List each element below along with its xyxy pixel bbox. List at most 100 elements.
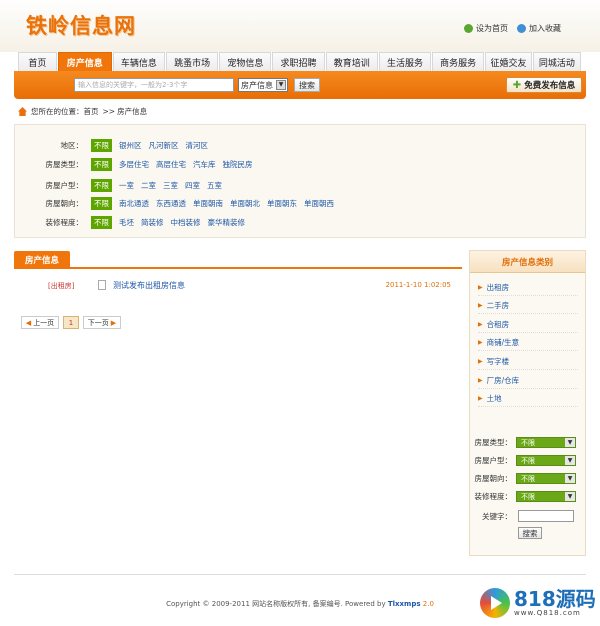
filter-option[interactable]: 单面朝西 [304,198,334,209]
filter-option[interactable]: 简装修 [141,217,164,228]
nav-tab-home[interactable]: 首页 [18,52,57,71]
divider [478,295,578,296]
sidebar-field-house-type: 房屋类型： 不限 ▼ [472,437,576,448]
sidebar-link-shops[interactable]: ▶ 商铺/生意 [478,337,578,348]
filter-option[interactable]: 东西通透 [156,198,186,209]
filter-option[interactable]: 四室 [185,180,200,191]
filter-option[interactable]: 中档装修 [171,217,201,228]
filter-label: 房屋类型： [45,160,84,169]
list-item-title[interactable]: 测试发布出租房信息 [113,280,185,291]
filter-option[interactable]: 高层住宅 [156,159,186,170]
nav-tab-flea-market[interactable]: 跳蚤市场 [166,52,219,71]
filter-option[interactable]: 五室 [207,180,222,191]
set-home-link[interactable]: 设为首页 [464,23,508,34]
nav-tab-events[interactable]: 同城活动 [532,52,581,71]
filter-option[interactable]: 单面朝东 [267,198,297,209]
field-label: 装修程度： [474,492,513,501]
next-page-label: 下一页 [87,318,109,327]
search-button[interactable]: 搜索 [294,78,320,92]
divider [478,350,578,351]
nav-tab-life-services[interactable]: 生活服务 [378,52,432,71]
list-item-date: 2011-1-10 1:02:05 [385,281,451,289]
filter-option[interactable]: 银州区 [119,140,142,151]
footer-version: 2.0 [422,600,434,608]
filter-unlimited[interactable]: 不限 [91,179,112,192]
filter-row-decoration: 装修程度： 不限 毛坯 简装修 中档装修 豪华精装修 [15,216,245,229]
nav-tab-business[interactable]: 商务服务 [432,52,485,71]
filter-unlimited[interactable]: 不限 [91,158,112,171]
sidebar-search-button[interactable]: 搜索 [518,527,542,539]
list-item[interactable]: [出租房] 测试发布出租房信息 2011-1-10 1:02:05 [14,279,462,293]
chevron-down-icon: ▼ [276,80,286,90]
nav-tab-pets[interactable]: 宠物信息 [219,52,272,71]
chevron-left-icon: ◀ [25,318,32,327]
filter-option[interactable]: 多层住宅 [119,159,149,170]
next-page-button[interactable]: 下一页 ▶ [83,316,121,329]
filter-option[interactable]: 凡河新区 [149,140,179,151]
sidebar-field-orientation: 房屋朝向： 不限 ▼ [472,473,576,484]
filter-option[interactable]: 单面朝南 [193,198,223,209]
post-free-info-button[interactable]: ✚ 免费发布信息 [506,77,582,93]
filter-unlimited[interactable]: 不限 [91,216,112,229]
filter-option[interactable]: 清河区 [186,140,209,151]
sidebar-link-rent[interactable]: ▶ 出租房 [478,282,578,293]
current-page[interactable]: 1 [63,316,79,329]
chevron-right-icon: ▶ [110,318,117,327]
filter-unlimited[interactable]: 不限 [91,197,112,210]
filter-option[interactable]: 一室 [119,180,134,191]
footer-brand-link[interactable]: Tlxxmps [388,600,421,608]
filter-option[interactable]: 毛坯 [119,217,134,228]
sidebar-field-decoration: 装修程度： 不限 ▼ [472,491,576,502]
filter-row-area: 地区： 不限 银州区 凡河新区 清河区 [15,139,208,152]
watermark-text: 818源码 [514,587,596,611]
sidebar-link-second-hand[interactable]: ▶ 二手房 [478,300,578,311]
footer-copyright: Copyright © 2009-2011 网站名称版权所有, 备案编号. Po… [166,600,386,608]
prev-page-button[interactable]: ◀ 上一页 [21,316,59,329]
search-type-select[interactable]: 房产信息 ▼ [238,78,288,92]
nav-tab-vehicles[interactable]: 车辆信息 [112,52,166,71]
prev-page-label: 上一页 [33,318,55,327]
home-icon [18,107,27,116]
nav-tab-dating[interactable]: 征婚交友 [485,52,532,71]
breadcrumb-home-link[interactable]: 首页 [84,106,99,117]
sidebar-link-shared-rent[interactable]: ▶ 合租房 [478,319,578,330]
search-input[interactable]: 输入信息的关键字，一般为2-3个字 [74,78,234,92]
decoration-select[interactable]: 不限 ▼ [516,491,576,502]
sidebar-link-label: 写字楼 [486,357,510,366]
filter-row-orientation: 房屋朝向： 不限 南北通透 东西通透 单面朝南 单面朝北 单面朝东 单面朝西 [15,197,334,210]
nav-tab-housing[interactable]: 房产信息 [57,52,112,71]
filter-option[interactable]: 独院民房 [223,159,253,170]
breadcrumb: 您所在的位置： 首页 >> 房产信息 [18,106,147,117]
filter-option[interactable]: 二室 [141,180,156,191]
filter-option[interactable]: 三室 [163,180,178,191]
sidebar-link-land[interactable]: ▶ 土地 [478,393,578,404]
field-label: 关键字： [482,512,512,521]
select-value: 不限 [521,492,535,501]
chevron-down-icon: ▼ [565,492,575,501]
sidebar-link-label: 商铺/生意 [486,338,520,347]
filter-label: 装修程度： [45,218,84,227]
site-logo[interactable]: 铁岭信息网 [26,10,136,40]
filter-option[interactable]: 单面朝北 [230,198,260,209]
triangle-right-icon: ▶ [478,321,483,328]
sidebar-title: 房产信息类别 [470,251,585,273]
sidebar-link-office[interactable]: ▶ 写字楼 [478,356,578,367]
filter-option[interactable]: 汽车库 [193,159,216,170]
list-item-category[interactable]: [出租房] [48,281,74,291]
nav-tab-jobs[interactable]: 求职招聘 [272,52,325,71]
add-favorite-link[interactable]: 加入收藏 [517,23,561,34]
filter-unlimited[interactable]: 不限 [91,139,112,152]
layout-select[interactable]: 不限 ▼ [516,455,576,466]
list-tab-housing[interactable]: 房产信息 [14,251,70,268]
divider [478,388,578,389]
sidebar-link-label: 二手房 [486,301,510,310]
nav-tab-education[interactable]: 教育培训 [325,52,378,71]
filter-option[interactable]: 南北通透 [119,198,149,209]
filter-option[interactable]: 豪华精装修 [208,217,246,228]
field-label: 房屋类型： [474,438,513,447]
orientation-select[interactable]: 不限 ▼ [516,473,576,484]
house-type-select[interactable]: 不限 ▼ [516,437,576,448]
sidebar-keyword-input[interactable] [518,510,574,522]
sidebar-link-factory[interactable]: ▶ 厂房/仓库 [478,375,578,386]
select-value: 不限 [521,456,535,465]
